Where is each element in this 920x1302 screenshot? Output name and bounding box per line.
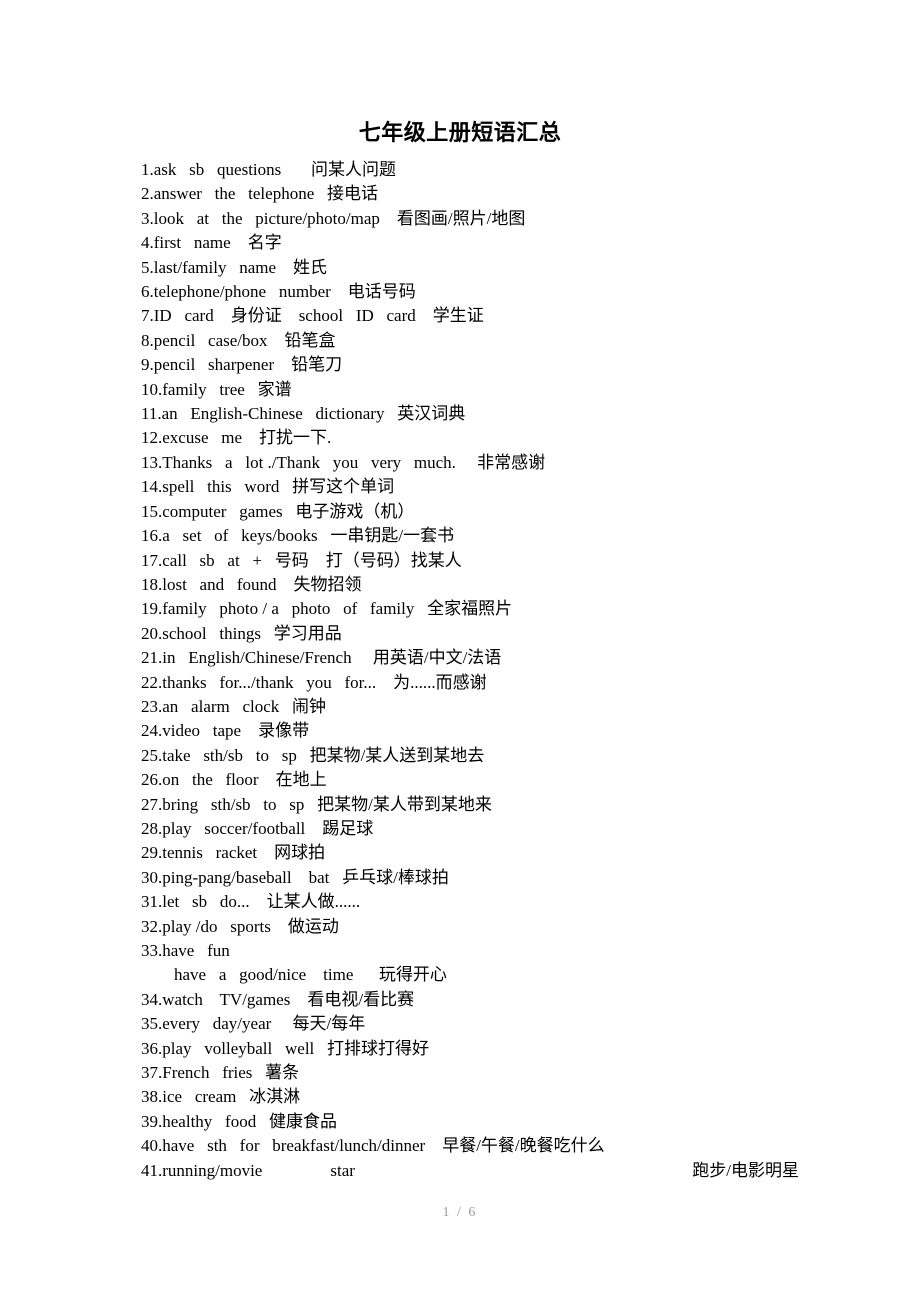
list-item: 10.family tree 家谱 [141, 379, 292, 399]
list-item: 21.in English/Chinese/French 用英语/中文/法语 [141, 648, 502, 668]
list-item: 35.every day/year 每天/每年 [141, 1014, 366, 1034]
list-item: 19.family photo / a photo of family 全家福照… [141, 599, 513, 619]
list-item: 5.last/family name 姓氏 [141, 257, 328, 277]
list-item: 1.ask sb questions 问某人问题 [141, 160, 396, 179]
list-item: 39.healthy food 健康食品 [141, 1111, 337, 1131]
list-item: 36.play volleyball well 打排球打得好 [141, 1038, 430, 1058]
list-item: 27.bring sth/sb to sp 把某物/某人带到某地来 [141, 794, 492, 814]
list-item: 41.running/movie star 跑步/电影明星 [141, 1159, 799, 1183]
list-item-chinese: 跑步/电影明星 [692, 1160, 799, 1180]
list-item: 30.ping-pang/baseball bat 乒乓球/棒球拍 [141, 867, 449, 887]
list-item: 34.watch TV/games 看电视/看比赛 [141, 989, 415, 1009]
list-item: 20.school things 学习用品 [141, 623, 342, 643]
page-number-footer: 1 / 6 [442, 1205, 478, 1220]
list-item: 2.answer the telephone 接电话 [141, 184, 378, 204]
list-item: 13.Thanks a lot ./Thank you very much. 非… [141, 452, 546, 472]
list-item: 32.play /do sports 做运动 [141, 916, 339, 936]
list-item: 15.computer games 电子游戏（机） [141, 501, 415, 521]
list-item: 3.look at the picture/photo/map 看图画/照片/地… [141, 208, 526, 228]
page-title: 七年级上册短语汇总 [358, 120, 562, 145]
list-item: 17.call sb at + 号码 打（号码）找某人 [141, 550, 462, 570]
list-item: 33.have fun [141, 941, 230, 960]
list-item: 26.on the floor 在地上 [141, 770, 327, 790]
list-item: 11.an English-Chinese dictionary 英汉词典 [141, 404, 466, 424]
list-item: 4.first name 名字 [141, 233, 282, 253]
list-item: 28.play soccer/football 踢足球 [141, 818, 374, 838]
list-item: 7.ID card 身份证 school ID card 学生证 [141, 306, 484, 326]
list-item-english: 41.running/movie star [141, 1160, 355, 1180]
list-item: 18.lost and found 失物招领 [141, 574, 362, 594]
list-item: 40.have sth for breakfast/lunch/dinner 早… [141, 1136, 605, 1156]
list-item: 24.video tape 录像带 [141, 721, 310, 741]
list-item: 23.an alarm clock 闹钟 [141, 696, 327, 716]
list-item: 38.ice cream 冰淇淋 [141, 1087, 301, 1107]
list-item: 14.spell this word 拼写这个单词 [141, 477, 395, 497]
list-item: 9.pencil sharpener 铅笔刀 [141, 355, 343, 375]
list-item: 29.tennis racket 网球拍 [141, 843, 326, 863]
list-item: 8.pencil case/box 铅笔盒 [141, 330, 336, 350]
list-item: 12.excuse me 打扰一下. [141, 428, 332, 448]
list-item: 22.thanks for.../thank you for... 为.....… [141, 672, 487, 692]
list-item: 25.take sth/sb to sp 把某物/某人送到某地去 [141, 745, 485, 765]
list-item: 31.let sb do... 让某人做...... [141, 892, 361, 912]
list-item: 6.telephone/phone number 电话号码 [141, 282, 416, 302]
document-page: 七年级上册短语汇总 1.ask sb questions 问某人问题 2.ans… [0, 0, 920, 1302]
list-item-continuation: have a good/nice time 玩得开心 [174, 965, 447, 985]
list-item: 37.French fries 薯条 [141, 1063, 300, 1083]
list-item: 16.a set of keys/books 一串钥匙/一套书 [141, 526, 455, 546]
phrase-list: 1.ask sb questions 问某人问题 2.answer the te… [141, 158, 841, 1183]
